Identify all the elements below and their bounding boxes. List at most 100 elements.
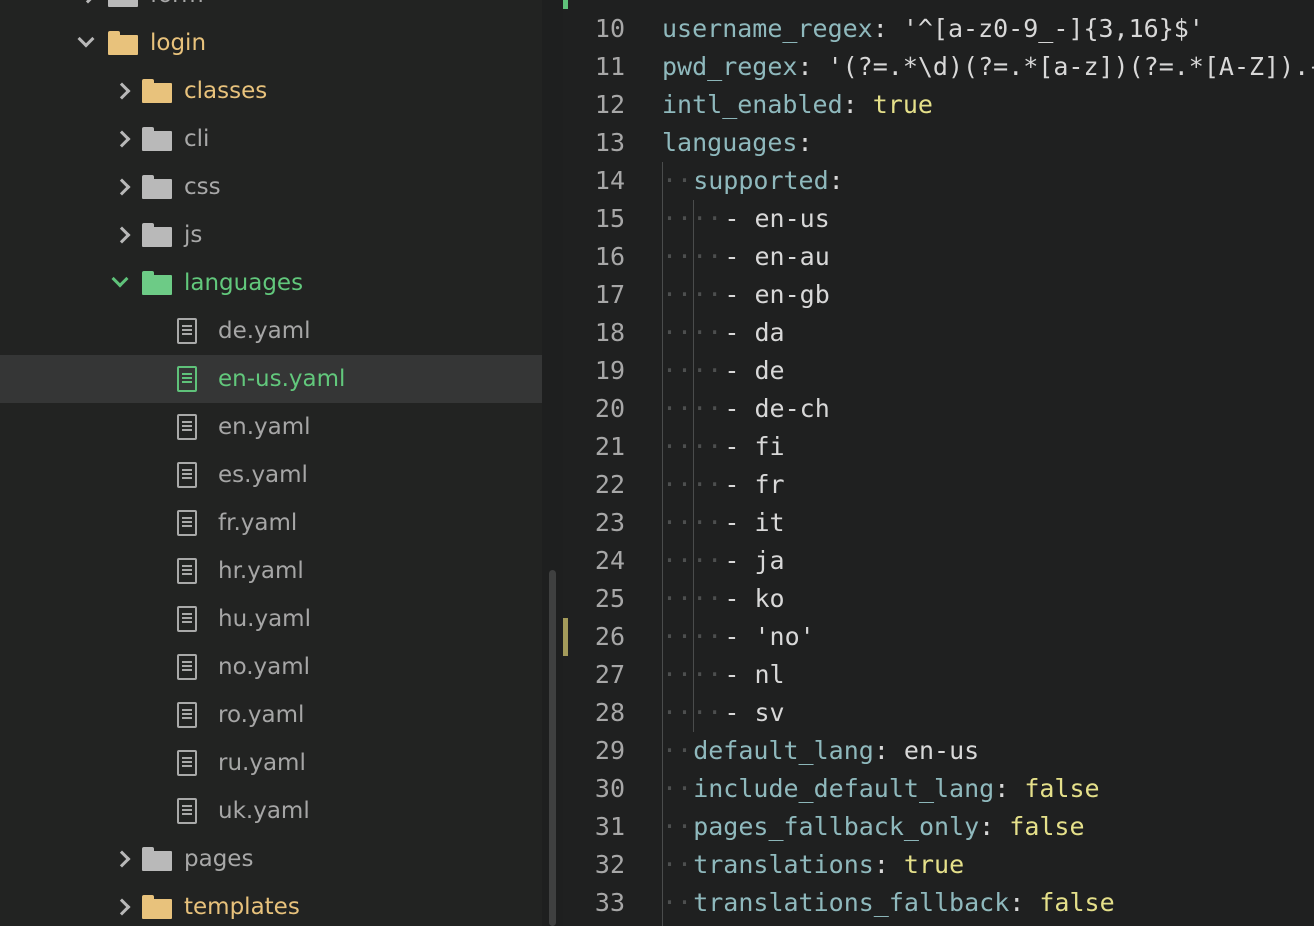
code-line[interactable]: 11 pwd_regex: '(?=.*\d)(?=.*[a-z])(?=.*[A… [563, 48, 1314, 86]
tree-folder-templates[interactable]: templates [0, 883, 542, 926]
tree-file-es-yaml[interactable]: es.yaml [0, 451, 542, 499]
indent-whitespace: ···· [662, 698, 723, 727]
tree-item-label: languages [184, 270, 304, 296]
indent-whitespace: ···· [662, 546, 723, 575]
tree-folder-languages[interactable]: languages [0, 259, 542, 307]
tree-item-label: css [184, 174, 221, 200]
code-line[interactable]: 30 ·· include_default_lang: false [563, 770, 1314, 808]
file-text-icon [177, 414, 197, 440]
indent-whitespace: ·· [662, 888, 693, 917]
code-line[interactable]: 13 languages: [563, 124, 1314, 162]
tree-folder-css[interactable]: css [0, 163, 542, 211]
tree-file-en-us-yaml[interactable]: en-us.yaml [0, 355, 542, 403]
code-line[interactable]: 12 intl_enabled: true [563, 86, 1314, 124]
code-line[interactable]: 26 ···· - 'no' [563, 618, 1314, 656]
tree-file-hr-yaml[interactable]: hr.yaml [0, 547, 542, 595]
code-line[interactable]: 10 username_regex: '^[a-z0-9_-]{3,16}$' [563, 10, 1314, 48]
folder-icon [142, 271, 172, 295]
line-number: 32 [594, 850, 625, 879]
tree-file-uk-yaml[interactable]: uk.yaml [0, 787, 542, 835]
file-tree-panel: form login classes cli css js languages de.yaml… [0, 0, 542, 926]
tree-file-hu-yaml[interactable]: hu.yaml [0, 595, 542, 643]
folder-icon [108, 0, 138, 7]
tree-item-label: en.yaml [218, 414, 311, 440]
tree-file-en-yaml[interactable]: en.yaml [0, 403, 542, 451]
chevron-down-icon[interactable] [111, 270, 129, 288]
tree-file-de-yaml[interactable]: de.yaml [0, 307, 542, 355]
code-text: - ja [724, 546, 785, 575]
file-text-icon [177, 702, 197, 728]
chevron-down-icon[interactable] [77, 30, 95, 48]
chevron-right-icon[interactable] [113, 82, 131, 100]
chevron-right-icon[interactable] [113, 130, 131, 148]
code-line[interactable]: 23 ···· - it [563, 504, 1314, 542]
tree-item-label: hr.yaml [218, 558, 304, 584]
code-line[interactable]: 19 ···· - de [563, 352, 1314, 390]
code-line[interactable]: 16 ···· - en-au [563, 238, 1314, 276]
chevron-right-icon[interactable] [113, 178, 131, 196]
indent-whitespace: ···· [662, 432, 723, 461]
code-text: - en-gb [724, 280, 830, 309]
code-line[interactable]: 33 ·· translations_fallback: false [563, 884, 1314, 922]
tree-folder-js[interactable]: js [0, 211, 542, 259]
line-number: 27 [594, 660, 625, 689]
git-added-marker [563, 0, 568, 9]
line-number: 28 [594, 698, 625, 727]
code-text: username_regex: '^[a-z0-9_-]{3,16}$' [662, 14, 1204, 43]
tree-item-label: pages [184, 846, 254, 872]
code-editor[interactable]: 10 username_regex: '^[a-z0-9_-]{3,16}$' 11… [563, 0, 1314, 926]
tree-file-ru-yaml[interactable]: ru.yaml [0, 739, 542, 787]
folder-icon [142, 847, 172, 871]
tree-folder-cli[interactable]: cli [0, 115, 542, 163]
code-text: - en-au [724, 242, 830, 271]
line-number: 25 [594, 584, 625, 613]
tree-item-label: es.yaml [218, 462, 308, 488]
code-line[interactable]: 20 ···· - de-ch [563, 390, 1314, 428]
indent-whitespace: ·· [662, 166, 693, 195]
code-line[interactable]: 31 ·· pages_fallback_only: false [563, 808, 1314, 846]
tree-folder-login[interactable]: login [0, 19, 542, 67]
code-text: - de [724, 356, 785, 385]
file-text-icon [177, 558, 197, 584]
chevron-right-icon[interactable] [113, 898, 131, 916]
tree-file-fr-yaml[interactable]: fr.yaml [0, 499, 542, 547]
tree-folder-pages[interactable]: pages [0, 835, 542, 883]
code-line[interactable]: 29 ·· default_lang: en-us [563, 732, 1314, 770]
code-line[interactable]: 27 ···· - nl [563, 656, 1314, 694]
chevron-right-icon[interactable] [113, 850, 131, 868]
tree-item-label: templates [184, 894, 300, 920]
tree-folder-classes[interactable]: classes [0, 67, 542, 115]
line-number: 23 [594, 508, 625, 537]
file-text-icon [177, 462, 197, 488]
code-line[interactable]: 21 ···· - fi [563, 428, 1314, 466]
code-line[interactable]: 28 ···· - sv [563, 694, 1314, 732]
indent-whitespace: ···· [662, 394, 723, 423]
file-text-icon [177, 510, 197, 536]
tree-item-label: fr.yaml [218, 510, 298, 536]
indent-whitespace: ···· [662, 660, 723, 689]
indent-whitespace: ···· [662, 204, 723, 233]
code-text: intl_enabled: true [662, 90, 933, 119]
code-line[interactable]: 15 ···· - en-us [563, 200, 1314, 238]
code-line[interactable]: 18 ···· - da [563, 314, 1314, 352]
line-number: 33 [594, 888, 625, 917]
chevron-right-icon[interactable] [79, 0, 97, 4]
tree-scrollbar[interactable] [549, 570, 556, 926]
code-line[interactable]: 24 ···· - ja [563, 542, 1314, 580]
code-line[interactable]: 25 ···· - ko [563, 580, 1314, 618]
tree-file-ro-yaml[interactable]: ro.yaml [0, 691, 542, 739]
code-text: languages: [662, 128, 813, 157]
line-number: 10 [594, 14, 625, 43]
code-line[interactable]: 17 ···· - en-gb [563, 276, 1314, 314]
tree-folder-form[interactable]: form [0, 0, 542, 19]
tree-item-label: form [150, 0, 204, 10]
code-text: supported: [693, 166, 844, 195]
code-line[interactable]: 32 ·· translations: true [563, 846, 1314, 884]
line-number: 22 [594, 470, 625, 499]
code-line[interactable]: 14 ·· supported: [563, 162, 1314, 200]
line-number: 31 [594, 812, 625, 841]
code-line[interactable]: 22 ···· - fr [563, 466, 1314, 504]
line-number: 21 [594, 432, 625, 461]
tree-file-no-yaml[interactable]: no.yaml [0, 643, 542, 691]
chevron-right-icon[interactable] [113, 226, 131, 244]
